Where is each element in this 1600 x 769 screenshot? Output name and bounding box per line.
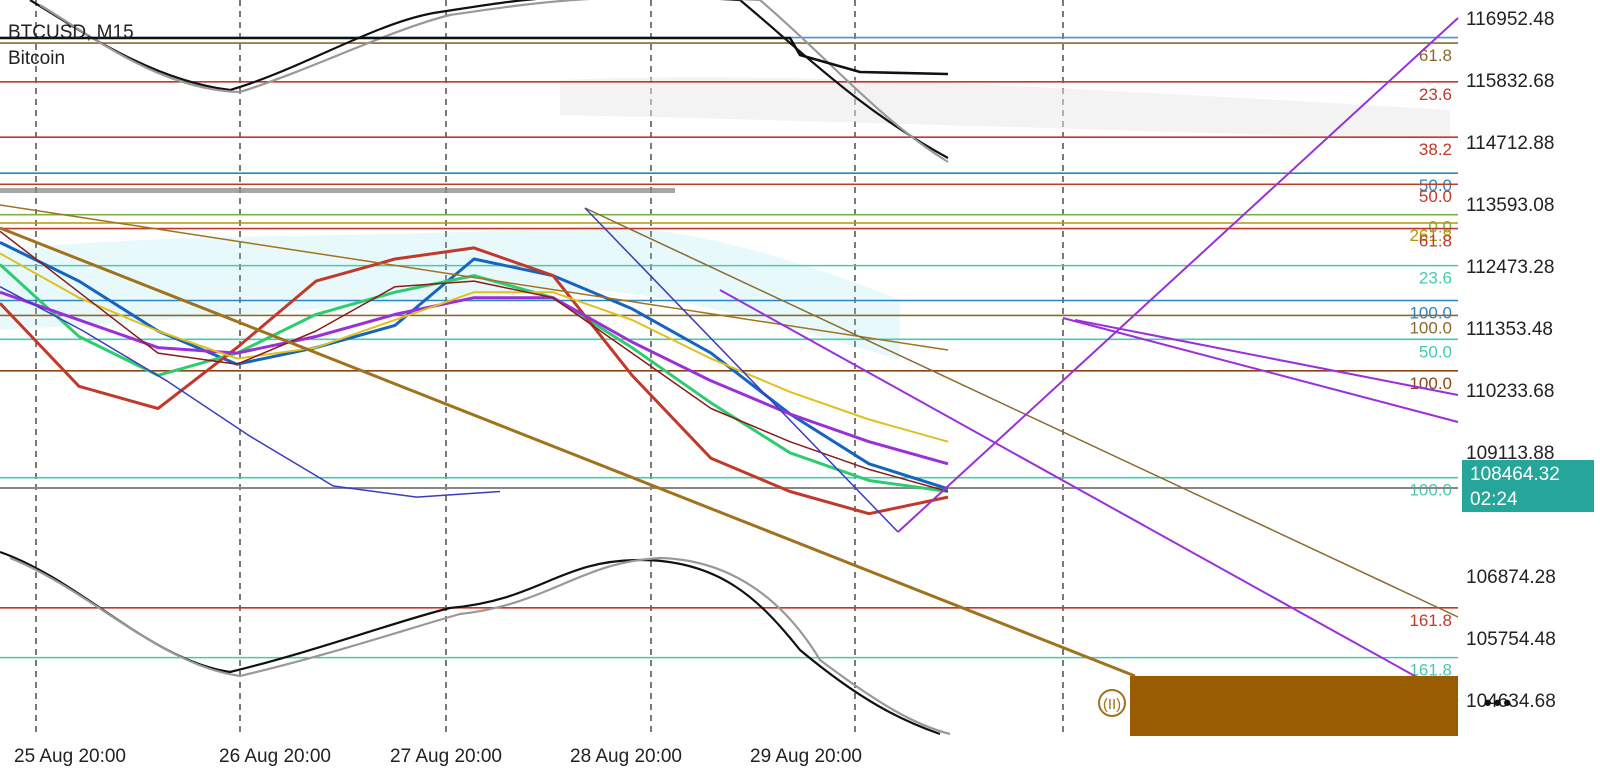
more-menu-icon[interactable]: •••	[1484, 690, 1513, 716]
y-tick-label: 112473.28	[1466, 257, 1554, 278]
x-tick-label: 28 Aug 20:00	[570, 746, 682, 767]
x-tick-label: 25 Aug 20:00	[14, 746, 126, 767]
trend-line-channel	[584, 207, 1459, 618]
time-axis: 25 Aug 20:00 26 Aug 20:00 27 Aug 20:00 28 A…	[14, 746, 862, 767]
pitchfork-line	[719, 289, 1459, 701]
fib-level-label: 23.6	[1419, 269, 1452, 288]
price-chart[interactable]: 61.823.638.250.050.00.0261.861.823.6100.…	[0, 0, 1600, 769]
fib-level-label: 50.0	[1419, 342, 1452, 361]
symbol-title: BTCUSD, M15	[8, 22, 134, 43]
gray-band	[0, 188, 675, 193]
x-tick-label: 29 Aug 20:00	[750, 746, 862, 767]
y-tick-label: 113593.08	[1466, 195, 1554, 216]
pitchfork-line	[1074, 319, 1459, 396]
candle-timer: 02:24	[1470, 489, 1518, 510]
lower-oscillator-signal	[9, 556, 951, 736]
target-box: (II)	[1098, 676, 1458, 736]
x-tick-label: 26 Aug 20:00	[219, 746, 331, 767]
lower-oscillator-line	[0, 550, 941, 736]
fib-level-label: 161.8	[1409, 611, 1452, 630]
x-tick-label: 27 Aug 20:00	[390, 746, 502, 767]
fib-level-label: 100.0	[1409, 318, 1452, 337]
y-tick-label: 106874.28	[1466, 567, 1556, 588]
fib-level-label: 100.0	[1409, 481, 1452, 500]
wave-label: (II)	[1103, 696, 1121, 713]
ichimoku-cloud	[0, 77, 1450, 360]
fib-level-label: 50.0	[1419, 187, 1452, 206]
current-price-value: 108464.32	[1470, 464, 1560, 485]
y-tick-label: 114712.88	[1466, 133, 1554, 154]
y-tick-label: 111353.48	[1466, 319, 1553, 340]
y-tick-label: 105754.48	[1466, 629, 1556, 650]
symbol-description: Bitcoin	[8, 48, 66, 69]
fib-level-label: 23.6	[1419, 85, 1452, 104]
y-tick-label: 115832.68	[1466, 71, 1554, 92]
price-axis: 116952.48 115832.68 114712.88 113593.08 1124…	[1466, 9, 1556, 712]
fib-level-label: 61.8	[1419, 232, 1452, 251]
current-price-tag: 108464.32 02:24	[1462, 460, 1594, 512]
cloud-area	[560, 77, 1450, 140]
fib-level-label: 38.2	[1419, 140, 1452, 159]
target-zone-box	[1130, 676, 1458, 736]
y-tick-label: 116952.48	[1466, 9, 1554, 30]
pitchfork-line	[1062, 317, 1459, 423]
symbol-info: BTCUSD, M15 Bitcoin	[8, 20, 134, 72]
y-tick-label: 110233.68	[1466, 381, 1554, 402]
